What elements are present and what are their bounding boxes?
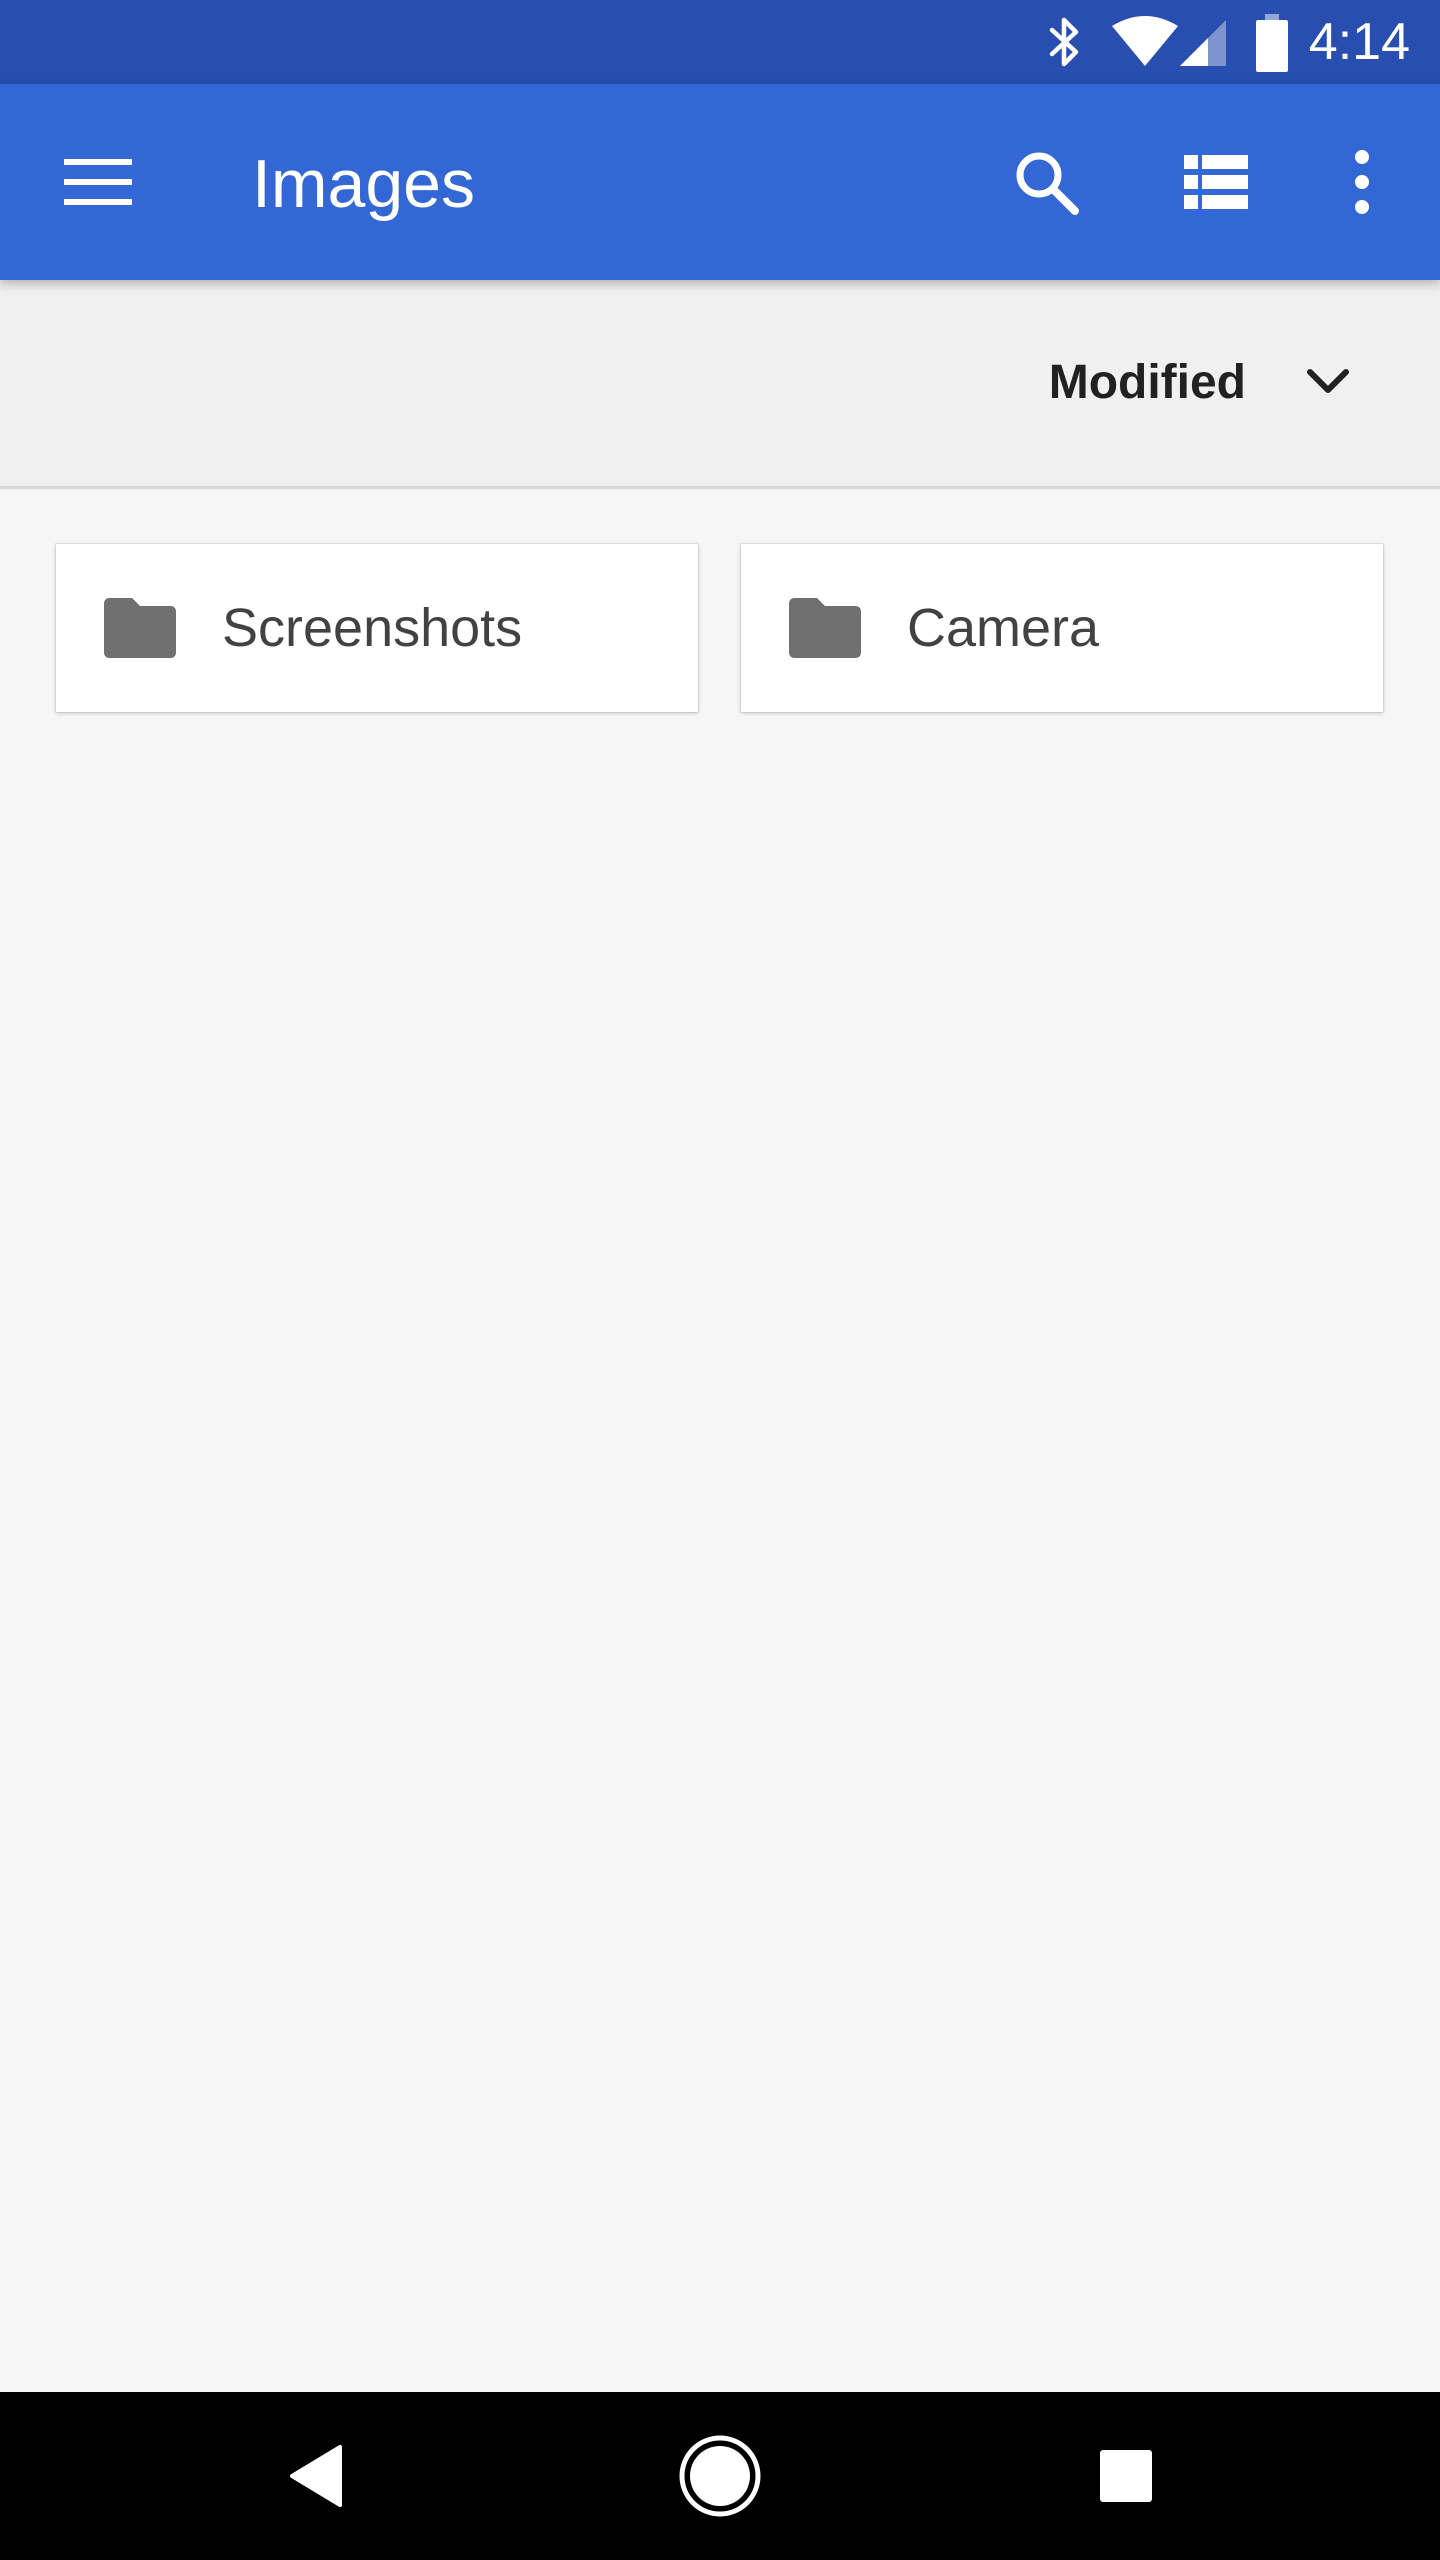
home-button[interactable] bbox=[650, 2416, 790, 2536]
signal-icon bbox=[1180, 20, 1226, 66]
recents-button[interactable] bbox=[1056, 2416, 1196, 2536]
recents-icon bbox=[1100, 2450, 1152, 2502]
status-bar: 4:14 bbox=[0, 0, 1440, 84]
app-bar: Images bbox=[0, 84, 1440, 280]
folder-icon bbox=[789, 598, 861, 658]
folder-name: Camera bbox=[907, 598, 1100, 658]
back-button[interactable] bbox=[246, 2416, 386, 2536]
folder-icon bbox=[104, 598, 176, 658]
status-time: 4:14 bbox=[1308, 13, 1410, 71]
more-options-button[interactable] bbox=[1306, 126, 1418, 238]
navigation-bar bbox=[0, 2392, 1440, 2560]
folder-name: Screenshots bbox=[222, 598, 523, 658]
menu-icon bbox=[64, 159, 132, 205]
list-view-icon bbox=[1184, 155, 1248, 209]
list-view-button[interactable] bbox=[1160, 126, 1272, 238]
menu-button[interactable] bbox=[42, 126, 154, 238]
folder-camera[interactable]: Camera bbox=[741, 544, 1383, 712]
search-icon bbox=[1016, 152, 1079, 215]
home-icon bbox=[679, 2435, 761, 2517]
wifi-icon bbox=[1112, 16, 1178, 66]
page-title: Images bbox=[252, 146, 475, 222]
more-vert-icon bbox=[1355, 150, 1369, 214]
battery-icon bbox=[1256, 14, 1288, 72]
chevron-down-icon bbox=[1307, 369, 1349, 393]
sort-bar: Modified bbox=[0, 280, 1440, 489]
search-button[interactable] bbox=[990, 126, 1102, 238]
bluetooth-icon bbox=[1049, 17, 1079, 67]
folder-screenshots[interactable]: Screenshots bbox=[56, 544, 698, 712]
sort-dropdown[interactable]: Modified bbox=[1049, 326, 1350, 438]
sort-label: Modified bbox=[1048, 355, 1246, 409]
back-icon bbox=[290, 2445, 342, 2507]
